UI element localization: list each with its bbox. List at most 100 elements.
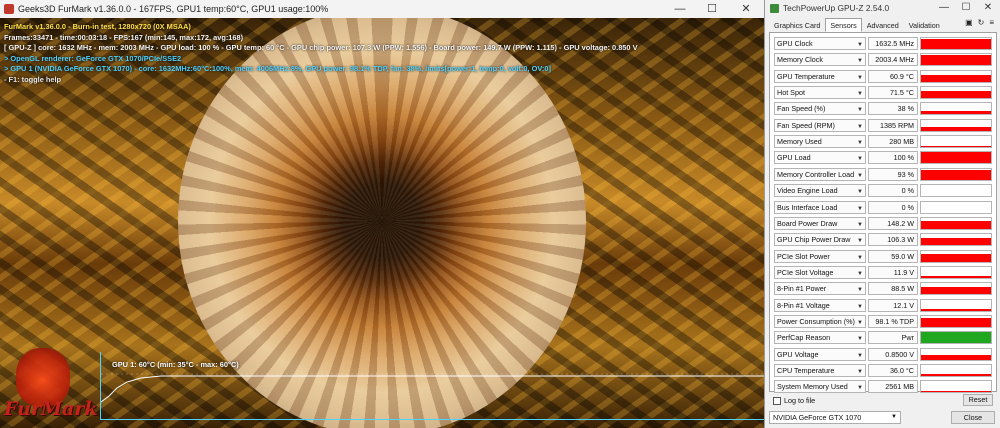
sensor-graph[interactable]: [920, 37, 992, 50]
sensor-graph[interactable]: [920, 200, 992, 214]
sensor-name-dropdown[interactable]: Hot Spot ▼: [774, 86, 866, 100]
sensor-value: 280 MB: [868, 135, 918, 149]
sensor-name-dropdown[interactable]: GPU Voltage ▼: [774, 347, 866, 361]
sensor-name-dropdown[interactable]: PerfCap Reason ▼: [774, 331, 866, 345]
chevron-down-icon: ▼: [857, 319, 863, 326]
sensor-graph[interactable]: [920, 233, 992, 247]
gpuz-titlebar[interactable]: TechPowerUp GPU-Z 2.54.0 — ☐ ✕: [765, 0, 1000, 16]
sensor-graph-fill: [921, 38, 991, 49]
sensor-name-dropdown[interactable]: Power Consumption (%) ▼: [774, 314, 866, 328]
sensor-graph[interactable]: [920, 118, 992, 132]
sensor-name: 8-Pin #1 Power: [777, 284, 827, 294]
sensor-graph[interactable]: [920, 347, 992, 361]
furmark-logo: FurMark: [2, 340, 102, 426]
gpuz-maximize-button[interactable]: ☐: [955, 0, 977, 16]
chevron-down-icon: ▼: [857, 189, 863, 196]
sensors-panel: GPU Clock ▼ 1632.5 MHz Memory Clock ▼ 2003.4 …: [769, 32, 997, 394]
sensor-value: 106.3 W: [868, 233, 918, 247]
sensor-name-dropdown[interactable]: GPU Chip Power Draw ▼: [774, 233, 866, 247]
sensor-graph[interactable]: [920, 216, 992, 230]
sensor-name: Bus Interface Load: [777, 202, 838, 212]
chevron-down-icon: ▼: [857, 336, 863, 343]
sensor-graph[interactable]: [920, 249, 992, 263]
sensor-graph-fill: [921, 75, 991, 82]
sensor-name: Memory Controller Load: [777, 169, 855, 179]
sensor-graph[interactable]: [920, 314, 992, 328]
sensor-name-dropdown[interactable]: Bus Interface Load ▼: [774, 200, 866, 214]
tab-validation[interactable]: Validation: [904, 18, 945, 32]
sensor-name-dropdown[interactable]: Memory Used ▼: [774, 135, 866, 149]
sensor-name-dropdown[interactable]: GPU Load ▼: [774, 151, 866, 165]
sensor-graph[interactable]: [920, 53, 992, 67]
sensor-name-dropdown[interactable]: System Memory Used ▼: [774, 380, 866, 394]
sensor-graph[interactable]: [920, 265, 992, 279]
reset-button[interactable]: Reset: [963, 394, 993, 406]
sensor-row: Memory Used ▼ 280 MB: [774, 135, 996, 149]
close-button-gpuz[interactable]: Close: [951, 411, 995, 424]
sensor-name-dropdown[interactable]: Fan Speed (RPM) ▼: [774, 118, 866, 132]
overlay-help-line: - F1: toggle help: [4, 74, 62, 84]
sensor-name-dropdown[interactable]: PCIe Slot Voltage ▼: [774, 265, 866, 279]
sensor-name-dropdown[interactable]: 8-Pin #1 Voltage ▼: [774, 298, 866, 312]
sensor-graph[interactable]: [920, 151, 992, 165]
sensor-graph[interactable]: [920, 298, 992, 312]
gpuz-minimize-button[interactable]: —: [933, 0, 955, 16]
refresh-icon[interactable]: ↻: [978, 18, 985, 27]
sensor-graph[interactable]: [920, 102, 992, 116]
sensor-name-dropdown[interactable]: GPU Clock ▼: [774, 37, 866, 50]
log-to-file-checkbox[interactable]: [773, 396, 781, 405]
sensor-row: GPU Temperature ▼ 60.9 °C: [774, 69, 996, 83]
sensor-graph[interactable]: [920, 135, 992, 149]
sensor-name: GPU Clock: [777, 39, 813, 48]
sensor-name-dropdown[interactable]: GPU Temperature ▼: [774, 69, 866, 83]
overlay-frames-line: Frames:33471 - time:00:03:18 - FPS:167 (…: [4, 32, 244, 42]
device-select[interactable]: NVIDIA GeForce GTX 1070 ▼: [769, 411, 901, 424]
tab-graphics-card[interactable]: Graphics Card: [769, 18, 825, 32]
sensor-row: 8-Pin #1 Power ▼ 88.5 W: [774, 282, 996, 296]
camera-icon[interactable]: ▣: [965, 18, 973, 27]
sensor-graph[interactable]: [920, 167, 992, 181]
sensor-name-dropdown[interactable]: Board Power Draw ▼: [774, 216, 866, 230]
chevron-down-icon: ▼: [857, 287, 863, 294]
sensor-value: 2003.4 MHz: [868, 53, 918, 67]
furmark-titlebar[interactable]: Geeks3D FurMark v1.36.0.0 - 167FPS, GPU1…: [0, 0, 764, 18]
sensor-graph[interactable]: [920, 364, 992, 377]
sensor-name: GPU Chip Power Draw: [777, 235, 851, 245]
sensor-name-dropdown[interactable]: 8-Pin #1 Power ▼: [774, 282, 866, 296]
sensor-name-dropdown[interactable]: Video Engine Load ▼: [774, 184, 866, 198]
sensor-name-dropdown[interactable]: PCIe Slot Power ▼: [774, 249, 866, 263]
sensor-row: Fan Speed (RPM) ▼ 1385 RPM: [774, 118, 996, 132]
sensor-graph[interactable]: [920, 184, 992, 198]
sensor-row: GPU Voltage ▼ 0.8500 V: [774, 347, 996, 361]
sensor-name-dropdown[interactable]: CPU Temperature ▼: [774, 364, 866, 377]
close-button[interactable]: ✕: [732, 0, 760, 18]
sensor-name: Hot Spot: [777, 88, 805, 98]
sensor-graph[interactable]: [920, 86, 992, 100]
menu-icon[interactable]: ≡: [989, 18, 994, 27]
chevron-down-icon: ▼: [891, 414, 897, 420]
sensor-value: 0 %: [868, 200, 918, 214]
sensor-name: CPU Temperature: [777, 366, 835, 375]
sensor-row: PCIe Slot Power ▼ 59.0 W: [774, 249, 996, 263]
tab-advanced[interactable]: Advanced: [862, 18, 904, 32]
sensor-graph[interactable]: [920, 380, 992, 394]
sensor-value: 71.5 °C: [868, 86, 918, 100]
sensor-name-dropdown[interactable]: Memory Controller Load ▼: [774, 167, 866, 181]
minimize-button[interactable]: —: [666, 0, 694, 18]
log-to-file[interactable]: Log to file: [773, 396, 815, 405]
gpuz-window[interactable]: TechPowerUp GPU-Z 2.54.0 — ☐ ✕ Graphics …: [764, 0, 1000, 428]
sensor-graph[interactable]: [920, 282, 992, 296]
furmark-window-title: Geeks3D FurMark v1.36.0.0 - 167FPS, GPU1…: [18, 4, 329, 14]
sensor-name-dropdown[interactable]: Memory Clock ▼: [774, 53, 866, 67]
sensor-graph-fill: [921, 354, 991, 360]
sensor-value: 100 %: [868, 151, 918, 165]
maximize-button[interactable]: ☐: [698, 0, 726, 18]
tab-sensors[interactable]: Sensors: [825, 18, 862, 32]
stats-overlay: FurMark v1.36.0.0 - Burn-in test, 1280x7…: [4, 22, 638, 86]
sensor-graph[interactable]: [920, 69, 992, 83]
gpuz-close-button[interactable]: ✕: [977, 0, 999, 16]
furmark-window[interactable]: Geeks3D FurMark v1.36.0.0 - 167FPS, GPU1…: [0, 0, 764, 428]
sensor-graph[interactable]: [920, 331, 992, 345]
sensor-name-dropdown[interactable]: Fan Speed (%) ▼: [774, 102, 866, 116]
sensor-row: GPU Load ▼ 100 %: [774, 151, 996, 165]
